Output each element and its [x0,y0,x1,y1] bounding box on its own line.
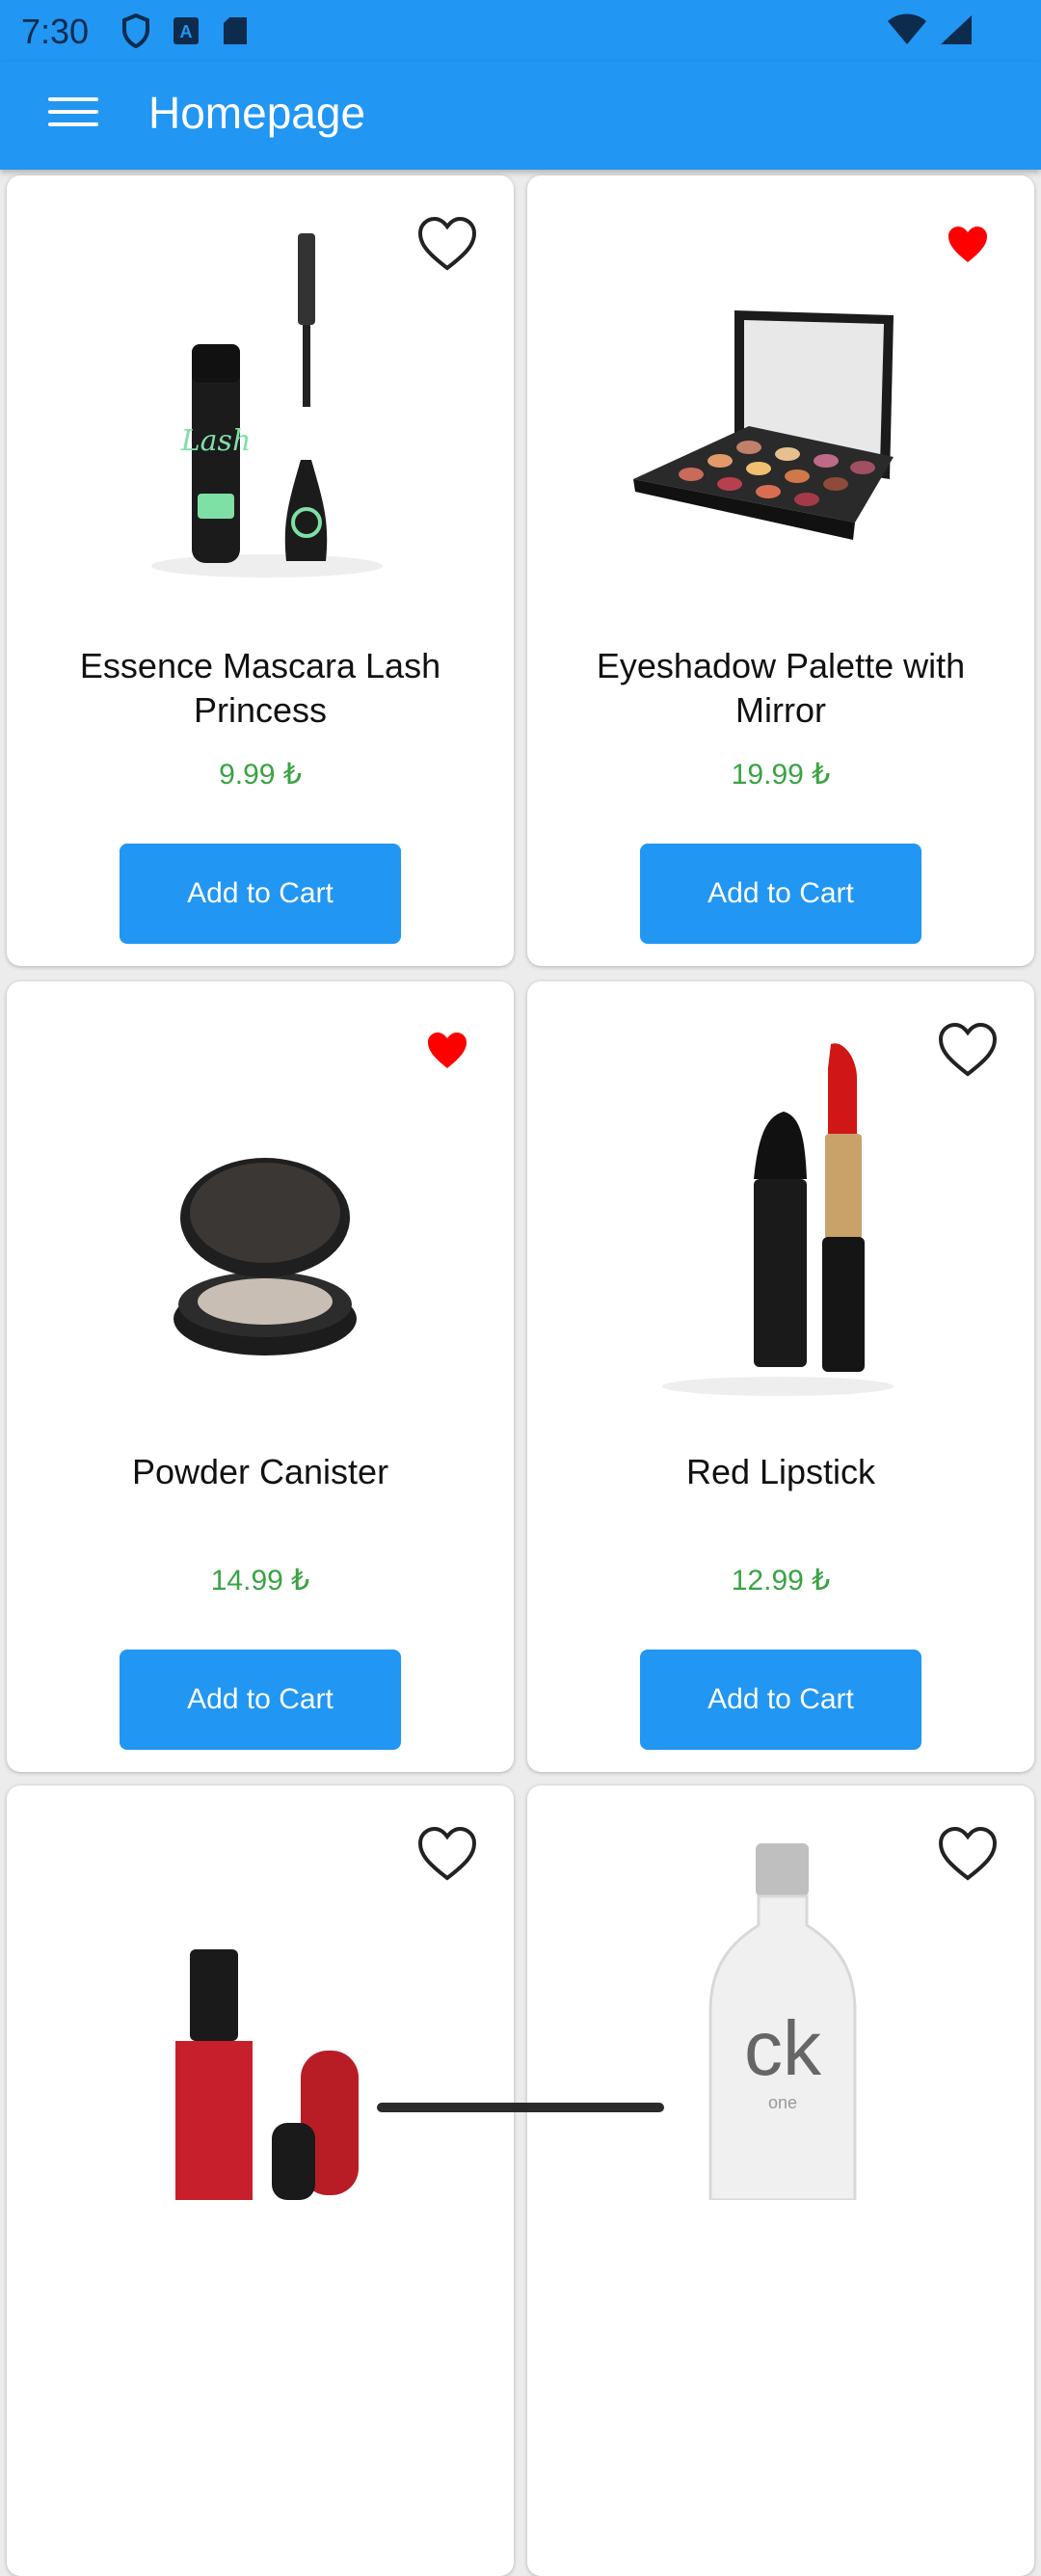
product-card[interactable]: Red Lipstick 12.99 ₺ Add to Cart [527,981,1034,1772]
product-image-eyeshadow-palette [633,310,894,540]
status-time: 7:30 [21,12,90,51]
product-name[interactable]: Powder Canister [36,1450,485,1494]
product-card[interactable]: Powder Canister 14.99 ₺ Add to Cart [7,981,514,1772]
status-icons-right [887,13,974,46]
product-image-perfume-bottle: ck one [708,1843,857,2200]
product-name[interactable]: Red Lipstick [556,1450,1005,1494]
product-image-powder-compact [174,1158,357,1355]
app-bar: Homepage [0,62,1041,170]
product-image-nail-polish [175,1949,359,2200]
product-image-mascara: Lash [151,233,383,577]
wifi-icon [888,13,926,44]
product-image-lipstick [662,1043,894,1396]
product-price: 12.99 ₺ [731,1565,831,1597]
svg-text:Lash: Lash [180,424,252,458]
gesture-nav-handle[interactable] [377,2103,664,2112]
add-to-cart-button[interactable]: Add to Cart [640,844,921,944]
product-price: 19.99 ₺ [731,759,831,791]
product-card[interactable]: Eyeshadow Palette with Mirror 19.99 ₺ Ad… [527,175,1034,966]
product-name[interactable]: Eyeshadow Palette with Mirror [556,644,1005,733]
perfume-brand-text: ck [744,2005,822,2091]
product-card[interactable]: ck one [527,1785,1034,2576]
product-price: 14.99 ₺ [210,1565,310,1597]
page-title: Homepage [148,88,366,138]
status-bar: 7:30 A [0,0,1041,62]
sd-card-icon [224,17,247,44]
add-to-cart-button[interactable]: Add to Cart [120,844,401,944]
svg-text:A: A [180,22,193,41]
signal-icon [941,15,972,44]
hamburger-menu-icon[interactable] [33,89,116,143]
add-to-cart-button[interactable]: Add to Cart [640,1650,921,1750]
product-card[interactable] [7,1785,514,2576]
a-badge-icon: A [174,17,199,44]
add-to-cart-button[interactable]: Add to Cart [120,1650,401,1750]
shield-icon [122,13,149,48]
perfume-subtext: one [768,2093,797,2112]
product-name[interactable]: Essence Mascara Lash Princess [36,644,485,733]
product-price: 9.99 ₺ [219,759,302,791]
status-icons-left: A [121,13,249,48]
product-card[interactable]: Lash Essence Mascara Lash Princess 9.99 … [7,175,514,966]
